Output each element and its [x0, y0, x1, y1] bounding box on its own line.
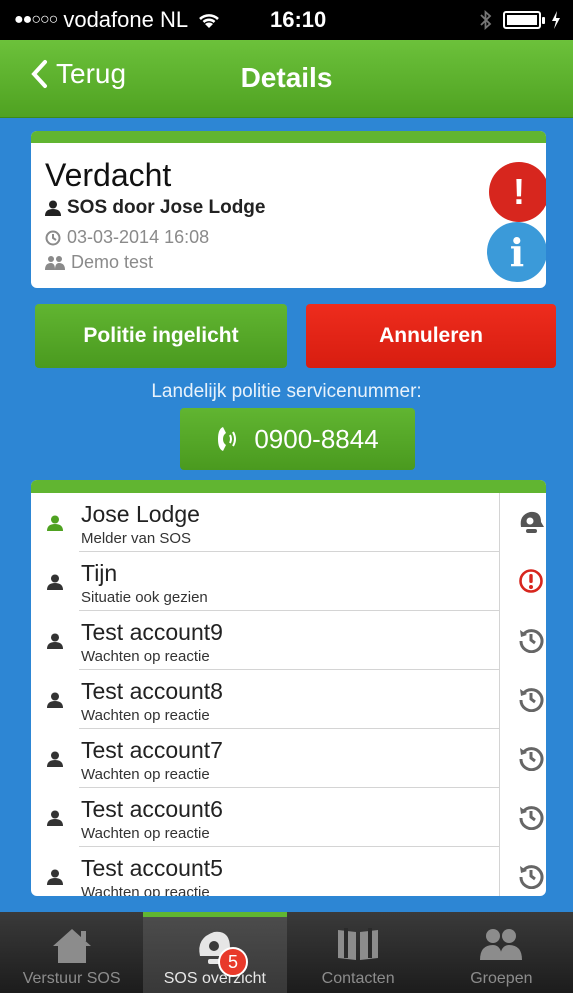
contact-status: Wachten op reactie [81, 648, 210, 665]
column-divider [499, 611, 500, 670]
home-icon [52, 929, 91, 963]
contact-row[interactable]: Jose Lodge Melder van SOS [31, 493, 546, 552]
tab-label: Verstuur SOS [22, 970, 121, 987]
alert-card: Verdacht SOS door Jose Lodge 03-03-2014 … [31, 131, 546, 288]
tab-label: Groepen [470, 970, 533, 987]
contact-name: Test account5 [81, 855, 223, 881]
tab-contacten[interactable]: Contacten [287, 912, 430, 993]
contact-name: Tijn [81, 560, 118, 586]
alert-group-text: Demo test [71, 252, 154, 272]
book-icon [338, 928, 379, 960]
user-icon [47, 515, 63, 531]
user-icon [47, 751, 63, 767]
phone-icon [218, 427, 237, 451]
list-header-strip [31, 480, 546, 493]
card-header-strip [31, 131, 546, 143]
notification-badge: 5 [218, 947, 248, 977]
history-clock-icon [518, 627, 544, 658]
group-icon [480, 929, 523, 960]
contact-status: Situatie ook gezien [81, 589, 208, 606]
page-title: Details [240, 62, 333, 93]
user-icon [47, 692, 63, 708]
user-icon [47, 810, 63, 826]
reported-by: SOS door Jose Lodge [45, 197, 265, 219]
call-service-button[interactable]: 0900-8844 [180, 408, 415, 470]
alert-datetime-text: 03-03-2014 16:08 [67, 227, 210, 247]
user-icon [47, 633, 63, 649]
contact-row[interactable]: Test account5 Wachten op reactie [31, 847, 546, 896]
contact-row[interactable]: Test account9 Wachten op reactie [31, 611, 546, 670]
info-icon[interactable]: i [487, 222, 546, 282]
column-divider [499, 729, 500, 788]
contact-name: Jose Lodge [81, 501, 200, 527]
contact-status: Wachten op reactie [81, 707, 210, 724]
navigation-bar: Terug Details [0, 40, 573, 118]
column-divider [499, 552, 500, 611]
wifi-icon [199, 14, 219, 28]
alert-group: Demo test [45, 252, 153, 273]
tab-sos-overzicht[interactable]: SOS overzicht [143, 912, 287, 993]
status-bar: ●●○○○ vodafone NL 16:10 [0, 0, 573, 40]
tab-verstuur-sos[interactable]: Verstuur SOS [0, 912, 143, 993]
contact-row[interactable]: Test account6 Wachten op reactie [31, 788, 546, 847]
column-divider [499, 493, 500, 552]
alarm-bell-icon [518, 509, 544, 540]
history-clock-icon [518, 804, 544, 835]
history-clock-icon [518, 745, 544, 776]
column-divider [499, 670, 500, 729]
user-icon [45, 200, 61, 216]
tab-label: Contacten [321, 970, 395, 987]
clock: 16:10 [270, 7, 327, 32]
carrier-name: vodafone NL [63, 7, 189, 32]
contact-status: Wachten op reactie [81, 884, 210, 896]
contact-name: Test account7 [81, 737, 223, 763]
contact-status: Melder van SOS [81, 530, 192, 547]
group-icon [45, 255, 65, 270]
user-icon [47, 574, 63, 590]
column-divider [499, 847, 500, 896]
tab-groepen[interactable]: Groepen [430, 912, 573, 993]
contact-status-list: Jose Lodge Melder van SOS Tijn Situatie ook… [31, 480, 546, 896]
charging-icon [552, 11, 560, 29]
history-clock-icon [518, 863, 544, 894]
tab-label: SOS overzicht [163, 970, 266, 987]
reported-by-text: SOS door Jose Lodge [67, 197, 266, 218]
signal-strength-icon: ●●○○○ [14, 11, 58, 28]
contact-name: Test account8 [81, 678, 223, 704]
cancel-button[interactable]: Annuleren [306, 304, 556, 368]
contact-row[interactable]: Test account8 Wachten op reactie [31, 670, 546, 729]
history-clock-icon [518, 686, 544, 717]
column-divider [499, 788, 500, 847]
contact-name: Test account9 [81, 619, 223, 645]
battery-icon [503, 11, 545, 29]
police-informed-button[interactable]: Politie ingelicht [35, 304, 287, 368]
contact-row[interactable]: Test account7 Wachten op reactie [31, 729, 546, 788]
tab-bar: Verstuur SOS SOS overzicht Contacten Gro… [0, 912, 573, 993]
contact-status: Wachten op reactie [81, 766, 210, 783]
exclamation-circle-icon [518, 568, 544, 599]
clock-icon [45, 230, 61, 245]
alert-datetime: 03-03-2014 16:08 [45, 227, 209, 248]
bluetooth-icon [480, 9, 492, 31]
service-number-label: Landelijk politie servicenummer: [151, 381, 422, 402]
contact-name: Test account6 [81, 796, 223, 822]
contact-status: Wachten op reactie [81, 825, 210, 842]
alert-icon[interactable]: ! [489, 162, 546, 222]
contact-row[interactable]: Tijn Situatie ook gezien [31, 552, 546, 611]
service-number: 0900-8844 [254, 423, 379, 454]
user-icon [47, 869, 63, 885]
alert-title: Verdacht [45, 157, 172, 193]
